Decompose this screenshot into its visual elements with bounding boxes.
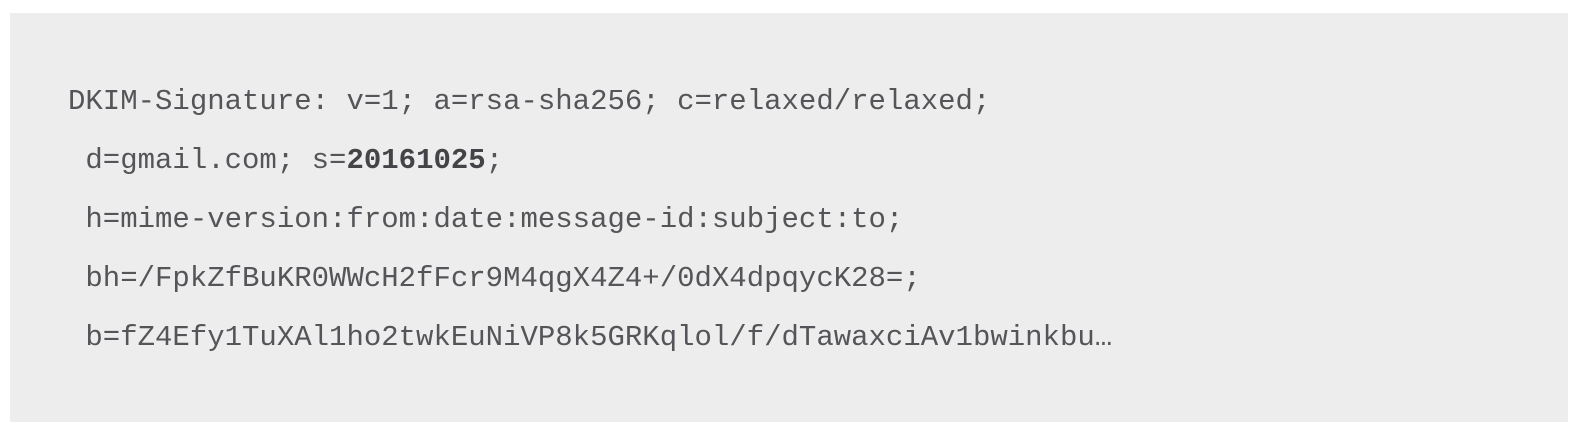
dkim-header-line: DKIM-Signature: v=1; a=rsa-sha256; c=rel… xyxy=(68,85,991,118)
dkim-domain-text: d=gmail.com; s= xyxy=(68,144,347,177)
dkim-signature-code-block: DKIM-Signature: v=1; a=rsa-sha256; c=rel… xyxy=(10,13,1568,422)
dkim-body-hash-line: bh=/FpkZfBuKR0WWcH2fFcr9M4qgX4Z4+/0dX4dp… xyxy=(68,262,921,295)
dkim-signed-headers-line: h=mime-version:from:date:message-id:subj… xyxy=(68,203,904,236)
dkim-domain-selector-line: d=gmail.com; s=20161025; xyxy=(68,144,1568,203)
dkim-domain-line-terminator: ; xyxy=(485,144,504,177)
dkim-signature-line: b=fZ4Efy1TuXAl1ho2twkEuNiVP8k5GRKqlol/f/… xyxy=(68,321,1113,354)
dkim-selector-value: 20161025 xyxy=(346,144,486,177)
